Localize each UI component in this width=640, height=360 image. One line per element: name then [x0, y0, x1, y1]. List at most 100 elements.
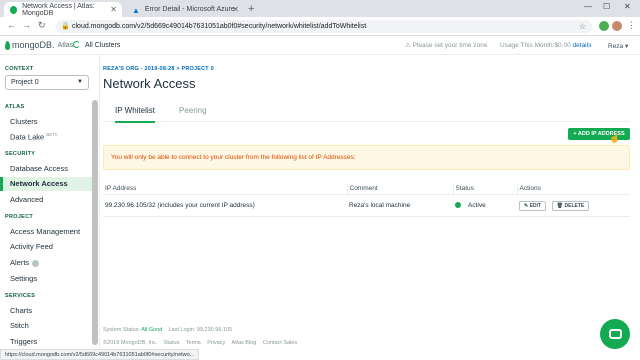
- close-tab-icon[interactable]: ✕: [110, 5, 117, 14]
- azure-favicon: ▲: [132, 5, 140, 15]
- comment-cell: Reza's local machine: [347, 194, 453, 217]
- project-select-value: Project 0: [11, 79, 39, 86]
- sidebar-item-network-access[interactable]: Network Access: [0, 177, 92, 191]
- forward-icon[interactable]: →: [22, 20, 31, 30]
- column-header-comment: Comment: [347, 183, 454, 195]
- all-clusters-link[interactable]: All Clusters: [85, 42, 120, 49]
- footer-link-contact-sales[interactable]: Contact Sales: [263, 340, 297, 346]
- close-window-icon[interactable]: ✕: [624, 2, 631, 11]
- actions-cell: ✎ EDIT 🗑 DELETE: [517, 194, 630, 217]
- copyright: ©2019 MongoDB, Inc.: [103, 340, 158, 346]
- table-header-row: IP Address Comment Status Actions: [103, 183, 630, 195]
- status-active-icon: [455, 202, 461, 209]
- avatar[interactable]: [612, 21, 622, 31]
- system-status-label: System Status:: [103, 327, 140, 333]
- table-row: 99.230.96.105/32 (includes your current …: [103, 194, 630, 217]
- browser-menu-icon[interactable]: ⋮: [627, 20, 636, 31]
- url-text: cloud.mongodb.com/v2/5d669c49014b7631051…: [72, 23, 367, 30]
- leaf-icon: [5, 40, 10, 50]
- sidebar-item-access-management[interactable]: Access Management: [10, 227, 80, 236]
- column-header-status: Status: [453, 183, 518, 195]
- sidebar-item-stitch[interactable]: Stitch: [10, 321, 29, 330]
- sidebar-item-advanced[interactable]: Advanced: [10, 195, 43, 204]
- system-status-link[interactable]: All Good: [141, 327, 162, 333]
- back-icon[interactable]: ←: [7, 20, 16, 30]
- extension-icon[interactable]: [599, 21, 609, 31]
- user-menu[interactable]: Reza ▾: [608, 42, 628, 50]
- tab-ip-whitelist[interactable]: IP Whitelist: [115, 106, 155, 123]
- breadcrumb[interactable]: REZA'S ORG - 2019-08-28 > PROJECT 0: [103, 66, 214, 72]
- delete-button[interactable]: 🗑 DELETE: [551, 200, 590, 211]
- sidebar-scrollbar[interactable]: [92, 100, 98, 345]
- sidebar-item-settings[interactable]: Settings: [10, 274, 37, 283]
- usage-details-link[interactable]: details: [573, 42, 592, 49]
- beta-badge: BETA: [46, 132, 58, 137]
- chat-icon: [608, 329, 622, 339]
- sidebar-item-label: Alerts: [10, 258, 30, 267]
- warning-icon: ⚠: [405, 42, 411, 49]
- sidebar-item-label: Data Lake: [10, 132, 45, 142]
- edit-button[interactable]: ✎ EDIT: [519, 200, 546, 211]
- logo-text: mongoDB.: [12, 40, 55, 50]
- project-select[interactable]: Project 0 ▼: [5, 75, 89, 90]
- close-tab-icon[interactable]: ✕: [232, 5, 239, 14]
- new-tab-icon[interactable]: +: [248, 3, 254, 15]
- mongodb-favicon: [10, 5, 18, 14]
- sidebar-item-database-access[interactable]: Database Access: [10, 164, 68, 173]
- usage-value: $0.00: [554, 42, 571, 49]
- url-input[interactable]: 🔒 cloud.mongodb.com/v2/5d669c49014b76310…: [56, 20, 592, 33]
- minimize-icon[interactable]: —: [584, 2, 592, 11]
- system-status: System Status: All Good Last Login: 99.2…: [103, 327, 232, 333]
- mongodb-logo[interactable]: mongoDB. Atlas: [5, 40, 73, 50]
- column-header-ip: IP Address: [103, 183, 348, 195]
- sidebar-item-data-lake[interactable]: Data Lake BETA: [10, 132, 58, 142]
- footer-link-privacy[interactable]: Privacy: [207, 340, 225, 346]
- status-badge: Active: [468, 202, 486, 209]
- alerts-badge-icon: [32, 259, 40, 267]
- section-atlas: ATLAS: [5, 104, 25, 110]
- chevron-down-icon: ▼: [77, 79, 83, 85]
- user-name: Reza: [608, 43, 624, 50]
- sidebar-item-activity-feed[interactable]: Activity Feed: [10, 242, 53, 251]
- usage-label: Usage This Month:: [500, 42, 555, 49]
- footer-link-status[interactable]: Status: [164, 340, 180, 346]
- add-ip-address-button[interactable]: + ADD IP ADDRESS: [568, 128, 630, 140]
- loading-spinner-icon: [73, 41, 80, 48]
- star-icon[interactable]: ☆: [579, 20, 586, 33]
- maximize-icon[interactable]: ☐: [603, 2, 610, 11]
- timezone-warning-text: Please set your time zone: [412, 42, 488, 49]
- browser-tabstrip: Network Access | Atlas: MongoDB ✕ ▲ Erro…: [0, 0, 640, 17]
- page-title: Network Access: [103, 76, 196, 91]
- usage-summary: Usage This Month:$0.00 details: [500, 42, 591, 49]
- tab-bar: IP Whitelist Peering: [103, 104, 630, 123]
- section-services: SERVICES: [5, 293, 36, 299]
- tab-title: Error Detail - Microsoft Azure: [144, 6, 235, 13]
- whitelist-notice: You will only be able to connect to your…: [103, 145, 630, 170]
- chat-button[interactable]: [600, 319, 630, 349]
- ip-whitelist-table: IP Address Comment Status Actions 99.230…: [103, 183, 630, 217]
- column-header-actions: Actions: [517, 183, 630, 195]
- product-name: Atlas: [57, 41, 74, 49]
- context-label: CONTEXT: [5, 66, 34, 72]
- pointer-cursor-icon: ☝: [609, 133, 621, 143]
- sidebar-item-charts[interactable]: Charts: [10, 306, 32, 315]
- footer-link-atlas-blog[interactable]: Atlas Blog: [232, 340, 257, 346]
- browser-tab-azure[interactable]: ▲ Error Detail - Microsoft Azure ✕: [126, 2, 244, 17]
- status-cell: Active: [453, 194, 517, 217]
- reload-icon[interactable]: ↻: [38, 20, 46, 31]
- timezone-warning[interactable]: ⚠ Please set your time zone: [405, 41, 487, 49]
- last-login: Last Login: 99.230.96.105: [168, 327, 233, 333]
- section-project: PROJECT: [5, 214, 34, 220]
- browser-status-url: https://cloud.mongodb.com/v2/5d669c49014…: [0, 349, 200, 360]
- sidebar-item-clusters[interactable]: Clusters: [10, 117, 38, 126]
- footer-links: ©2019 MongoDB, Inc. Status Terms Privacy…: [103, 340, 302, 346]
- tab-peering[interactable]: Peering: [179, 106, 207, 115]
- sidebar-item-alerts[interactable]: Alerts: [10, 258, 40, 267]
- footer-link-terms[interactable]: Terms: [186, 340, 201, 346]
- browser-tab-network-access[interactable]: Network Access | Atlas: MongoDB ✕: [4, 2, 122, 17]
- section-security: SECURITY: [5, 151, 36, 157]
- ip-cell: 99.230.96.105/32 (includes your current …: [103, 194, 347, 217]
- address-bar-row: ← → ↻ 🔒 cloud.mongodb.com/v2/5d669c49014…: [0, 17, 640, 36]
- sidebar-item-triggers[interactable]: Triggers: [10, 337, 37, 346]
- tab-title: Network Access | Atlas: MongoDB: [22, 2, 95, 17]
